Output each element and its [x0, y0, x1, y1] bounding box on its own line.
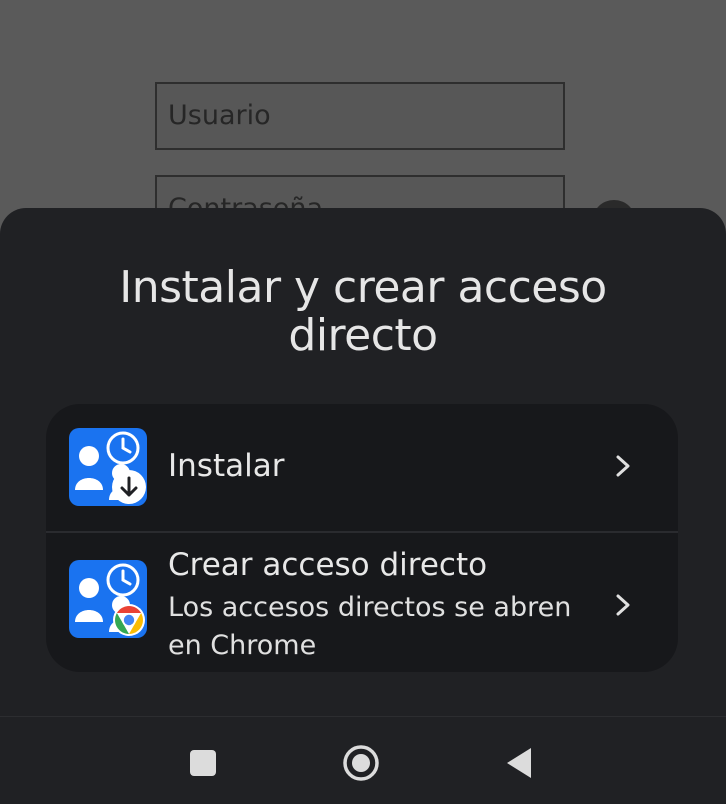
username-field[interactable]: Usuario [155, 82, 565, 150]
install-option[interactable]: Instalar [46, 404, 678, 531]
chrome-icon [112, 603, 146, 637]
chevron-right-icon [616, 594, 630, 616]
recents-icon[interactable] [183, 743, 223, 783]
create-shortcut-subtitle: Los accesos directos se abren en Chrome [168, 592, 572, 661]
navigation-bar [0, 716, 726, 804]
chevron-right-icon [616, 455, 630, 477]
sheet-title: Instalar y crear acceso directo [119, 262, 607, 361]
install-label: Instalar [168, 448, 285, 484]
download-icon [112, 470, 146, 504]
options-card: Instalar Crear acceso directo Los acceso… [46, 404, 678, 672]
back-icon[interactable] [500, 743, 540, 783]
create-shortcut-option[interactable]: Crear acceso directo Los accesos directo… [46, 533, 678, 672]
create-shortcut-label: Crear acceso directo [168, 547, 488, 583]
home-icon[interactable] [341, 743, 381, 783]
install-bottom-sheet: Instalar y crear acceso directo Instalar… [0, 208, 726, 728]
